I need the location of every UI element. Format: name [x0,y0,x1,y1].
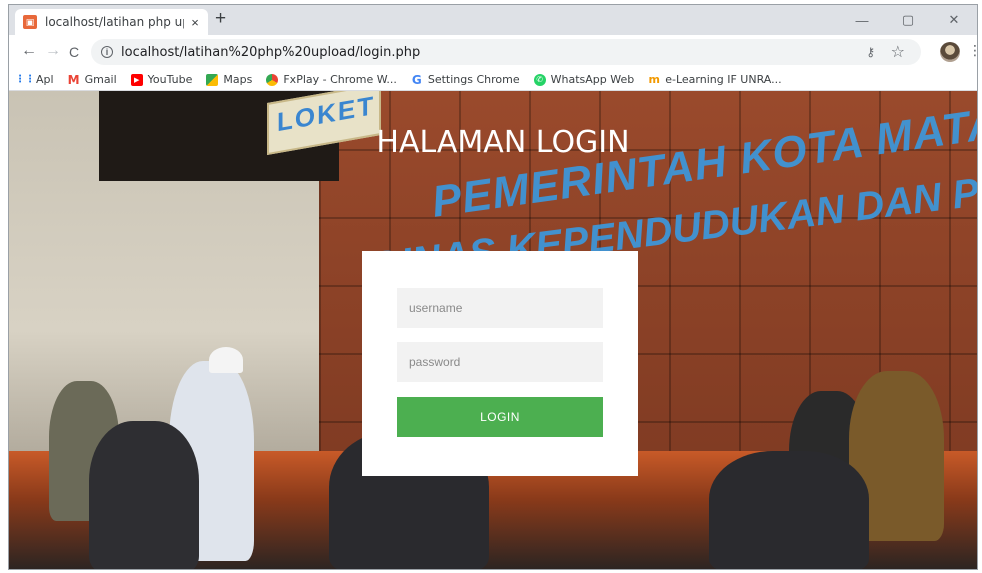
window-controls: — ▢ ✕ [839,5,977,35]
tab-strip: ▣ localhost/latihan php upload/log × + —… [9,5,977,35]
page-title: HALAMAN LOGIN [376,125,630,160]
elearning-icon: m [648,73,660,86]
site-favicon-icon: ▣ [23,15,37,29]
whatsapp-icon: ✆ [533,73,546,86]
maximize-icon[interactable]: ▢ [885,5,931,35]
bookmark-whatsapp[interactable]: ✆ WhatsApp Web [533,73,635,86]
bookmark-elearning[interactable]: m e-Learning IF UNRA... [648,73,782,86]
bookmark-label: Settings Chrome [427,73,520,86]
bookmark-label: Gmail [84,73,117,86]
minimize-icon[interactable]: — [839,5,885,35]
bookmark-star-icon[interactable]: ☆ [891,42,905,62]
bookmark-maps[interactable]: Maps [206,73,252,86]
new-tab-icon[interactable]: + [215,8,226,30]
bookmark-label: YouTube [147,73,193,86]
login-card: LOGIN [362,251,638,476]
tab-title: localhost/latihan php upload/log [45,15,184,29]
tab-close-icon[interactable]: × [188,15,202,30]
bookmark-label: WhatsApp Web [550,73,635,86]
bookmark-fxplay[interactable]: FxPlay - Chrome W... [266,73,397,86]
youtube-icon: ▶ [130,73,143,86]
gmail-icon: M [67,72,80,87]
bookmark-label: FxPlay - Chrome W... [283,73,397,86]
close-window-icon[interactable]: ✕ [931,5,977,35]
password-input[interactable] [397,342,603,382]
key-icon[interactable]: ⚷ [866,45,875,59]
chrome-icon [266,73,279,86]
reload-icon[interactable]: C [69,44,79,60]
browser-tab[interactable]: ▣ localhost/latihan php upload/log × [15,9,208,35]
more-menu-icon[interactable]: ⋮ [968,42,977,59]
background-person [709,451,869,569]
site-info-icon[interactable]: i [101,46,113,58]
url-text[interactable]: localhost/latihan%20php%20upload/login.p… [121,45,420,60]
bookmark-apl[interactable]: ⋮⋮ Apl [15,73,54,86]
bookmark-label: e-Learning IF UNRA... [665,73,782,86]
bookmark-youtube[interactable]: ▶ YouTube [130,73,193,86]
bookmarks-bar: ⋮⋮ Apl M Gmail ▶ YouTube Maps FxPlay - C… [9,69,977,91]
google-icon: G [411,72,422,87]
back-arrow-icon[interactable]: ← [21,42,37,60]
apps-grid-icon: ⋮⋮ [15,74,35,85]
browser-toolbar: ← → C i localhost/latihan%20php%20upload… [9,35,977,69]
profile-avatar[interactable] [940,42,960,62]
address-bar[interactable]: i localhost/latihan%20php%20upload/login… [91,39,921,65]
bookmark-label: Maps [223,73,253,86]
username-input[interactable] [397,288,603,328]
bookmark-label: Apl [36,73,54,86]
forward-arrow-icon[interactable]: → [45,42,61,60]
background-person [209,347,243,373]
maps-icon [206,73,219,86]
bookmark-gmail[interactable]: M Gmail [67,72,117,87]
bookmark-settings-chrome[interactable]: G Settings Chrome [411,72,520,87]
page-content: LOKET PEMERINTAH KOTA MATARAM DINAS KEPE… [9,91,977,569]
browser-window: ▣ localhost/latihan php upload/log × + —… [8,4,978,570]
background-person [89,421,199,569]
login-button[interactable]: LOGIN [397,397,603,437]
